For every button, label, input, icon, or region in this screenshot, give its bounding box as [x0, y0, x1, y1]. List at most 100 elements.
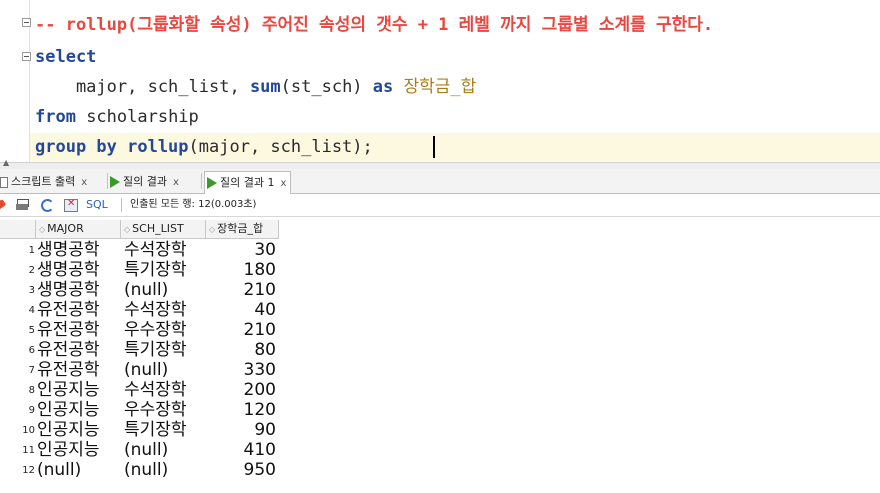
cell-sch-list[interactable]: (null) [124, 280, 168, 300]
cell-major[interactable]: 인공지능 [37, 400, 100, 420]
table-row[interactable]: 2 생명공학 특기장학 180 [0, 260, 280, 280]
row-number[interactable]: 12 [0, 460, 35, 480]
tab-label: 스크립트 출력 [11, 175, 76, 188]
cell-scholarship-sum[interactable]: 200 [206, 380, 276, 400]
table-row[interactable]: 11 인공지능 (null) 410 [0, 440, 280, 460]
cell-sch-list[interactable]: (null) [124, 440, 168, 460]
table-row[interactable]: 9 인공지능 우수장학 120 [0, 400, 280, 420]
cell-scholarship-sum[interactable]: 950 [206, 460, 276, 480]
cell-major[interactable]: 생명공학 [37, 240, 100, 260]
cell-sch-list[interactable]: 특기장학 [124, 340, 187, 360]
column-header-scholarship-sum[interactable]: ◇ 장학금_합 [206, 220, 279, 239]
cell-scholarship-sum[interactable]: 180 [206, 260, 276, 280]
column-header-major[interactable]: ◇ MAJOR [36, 220, 121, 239]
fetch-status: 인출된 모든 행: 12(0.003초) [130, 199, 257, 210]
refresh-icon[interactable] [40, 198, 54, 212]
cell-scholarship-sum[interactable]: 210 [206, 320, 276, 340]
column-header-label: SCH_LIST [132, 222, 184, 235]
cell-sch-list[interactable]: 수석장학 [124, 380, 187, 400]
cell-major[interactable]: 인공지능 [37, 380, 100, 400]
grid-corner[interactable] [0, 220, 36, 239]
sort-icon[interactable]: ◇ [124, 225, 130, 234]
rollup-arguments: (major, sch_list); [188, 137, 373, 157]
cell-major[interactable]: 생명공학 [37, 280, 100, 300]
cell-major[interactable]: 인공지능 [37, 420, 100, 440]
cell-sch-list[interactable]: 우수장학 [124, 320, 187, 340]
table-row[interactable]: 3 생명공학 (null) 210 [0, 280, 280, 300]
cell-major[interactable]: 유전공학 [37, 340, 100, 360]
cell-scholarship-sum[interactable]: 80 [206, 340, 276, 360]
tab-label: 질의 결과 1 [220, 176, 275, 189]
code-line-from[interactable]: from scholarship [35, 102, 199, 132]
pane-splitter[interactable]: ▲ [0, 159, 880, 169]
row-number[interactable]: 7 [0, 360, 35, 380]
tab-query-result[interactable]: 질의 결과 x [110, 171, 179, 192]
row-number[interactable]: 2 [0, 260, 35, 280]
export-icon[interactable] [64, 198, 78, 212]
code-line-columns[interactable]: major, sch_list, sum(st_sch) as 장학금_합 [35, 72, 476, 102]
code-line-group-by[interactable]: group by rollup(major, sch_list); [35, 132, 373, 162]
cell-major[interactable]: 유전공학 [37, 300, 100, 320]
table-row[interactable]: 1 생명공학 수석장학 30 [0, 240, 280, 260]
table-row[interactable]: 6 유전공학 특기장학 80 [0, 340, 280, 360]
row-number[interactable]: 6 [0, 340, 35, 360]
cell-sch-list[interactable]: 우수장학 [124, 400, 187, 420]
column-header-label: MAJOR [47, 222, 84, 235]
table-row[interactable]: 5 유전공학 우수장학 210 [0, 320, 280, 340]
tab-query-result-1[interactable]: 질의 결과 1 x [204, 171, 292, 194]
fold-toggle-icon[interactable] [22, 18, 31, 27]
close-icon[interactable]: x [81, 177, 87, 188]
table-row[interactable]: 12 (null) (null) 950 [0, 460, 280, 480]
cell-major[interactable]: (null) [37, 460, 81, 480]
cell-scholarship-sum[interactable]: 210 [206, 280, 276, 300]
row-number[interactable]: 8 [0, 380, 35, 400]
cell-sch-list[interactable]: (null) [124, 360, 168, 380]
cell-sch-list[interactable]: 특기장학 [124, 420, 187, 440]
close-icon[interactable]: x [280, 178, 286, 189]
row-number[interactable]: 5 [0, 320, 35, 340]
table-row[interactable]: 7 유전공학 (null) 330 [0, 360, 280, 380]
result-grid[interactable]: ◇ MAJOR ◇ SCH_LIST ◇ 장학금_합 1 생명공학 수석장학 30 2 생명공학… [0, 218, 880, 493]
row-number[interactable]: 1 [0, 240, 35, 260]
code-line-select[interactable]: select [35, 42, 96, 72]
cell-scholarship-sum[interactable]: 40 [206, 300, 276, 320]
cell-scholarship-sum[interactable]: 30 [206, 240, 276, 260]
row-number[interactable]: 4 [0, 300, 35, 320]
print-icon[interactable] [16, 198, 30, 212]
cell-scholarship-sum[interactable]: 90 [206, 420, 276, 440]
pin-icon[interactable] [0, 198, 10, 212]
cell-major[interactable]: 인공지능 [37, 440, 100, 460]
cell-major[interactable]: 생명공학 [37, 260, 100, 280]
table-row[interactable]: 4 유전공학 수석장학 40 [0, 300, 280, 320]
splitter-handle-icon[interactable]: ▲ [3, 159, 9, 167]
tab-label: 질의 결과 [123, 175, 167, 188]
cell-scholarship-sum[interactable]: 330 [206, 360, 276, 380]
sort-icon[interactable]: ◇ [209, 225, 215, 234]
cell-scholarship-sum[interactable]: 410 [206, 440, 276, 460]
row-number[interactable]: 3 [0, 280, 35, 300]
row-number[interactable]: 9 [0, 400, 35, 420]
sort-icon[interactable]: ◇ [39, 225, 45, 234]
row-number[interactable]: 11 [0, 440, 35, 460]
result-toolbar: SQL 인출된 모든 행: 12(0.003초) [0, 194, 880, 217]
tab-script-output[interactable]: 스크립트 출력 x [0, 171, 87, 192]
cell-sch-list[interactable]: 특기장학 [124, 260, 187, 280]
cell-major[interactable]: 유전공학 [37, 320, 100, 340]
run-statement-icon [110, 176, 120, 188]
column-header-label: 장학금_합 [217, 222, 264, 235]
cell-sch-list[interactable]: 수석장학 [124, 240, 187, 260]
cell-major[interactable]: 유전공학 [37, 360, 100, 380]
cell-scholarship-sum[interactable]: 120 [206, 400, 276, 420]
code-line-comment[interactable]: -- rollup(그룹화할 속성) 주어진 속성의 갯수 + 1 레벨 까지 … [35, 10, 713, 40]
script-output-icon [0, 176, 8, 188]
close-icon[interactable]: x [173, 177, 179, 188]
sql-editor[interactable]: -- rollup(그룹화할 속성) 주어진 속성의 갯수 + 1 레벨 까지 … [0, 0, 880, 162]
table-row[interactable]: 8 인공지능 수석장학 200 [0, 380, 280, 400]
column-header-sch-list[interactable]: ◇ SCH_LIST [121, 220, 206, 239]
fold-toggle-icon[interactable] [22, 52, 31, 61]
row-number[interactable]: 10 [0, 420, 35, 440]
sql-button[interactable]: SQL [86, 194, 108, 216]
cell-sch-list[interactable]: (null) [124, 460, 168, 480]
table-row[interactable]: 10 인공지능 특기장학 90 [0, 420, 280, 440]
cell-sch-list[interactable]: 수석장학 [124, 300, 187, 320]
